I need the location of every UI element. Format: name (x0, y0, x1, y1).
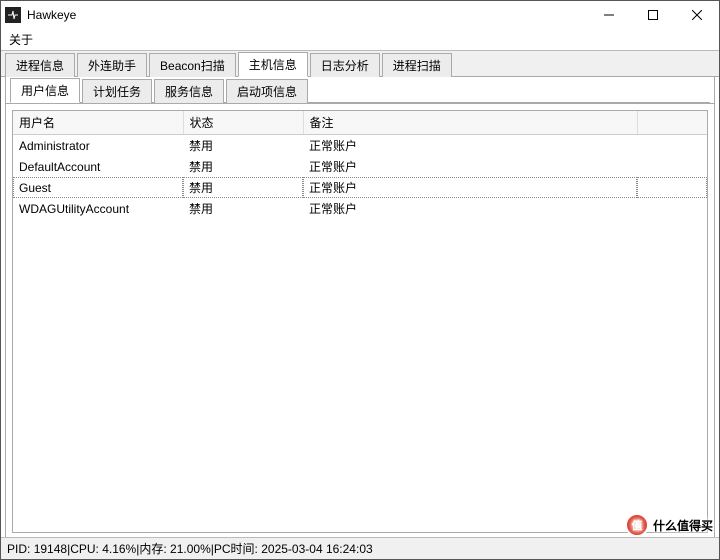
cell-spacer (637, 156, 707, 177)
minimize-button[interactable] (587, 1, 631, 29)
cell-remark: 正常账户 (303, 177, 637, 198)
header-user[interactable]: 用户名 (13, 111, 183, 135)
cell-remark: 正常账户 (303, 135, 637, 157)
status-mem-value: 21.00% (170, 542, 211, 556)
close-button[interactable] (675, 1, 719, 29)
menu-about[interactable]: 关于 (9, 31, 33, 48)
cell-status: 禁用 (183, 198, 303, 219)
status-time-label: PC时间: (214, 540, 258, 557)
header-remark[interactable]: 备注 (303, 111, 637, 135)
main-tab[interactable]: 日志分析 (310, 53, 380, 77)
cell-spacer (637, 135, 707, 157)
content-area: 用户名 状态 备注 Administrator禁用正常账户DefaultAcco… (5, 104, 715, 540)
cell-remark: 正常账户 (303, 156, 637, 177)
titlebar: Hawkeye (1, 1, 719, 29)
cell-spacer (637, 177, 707, 198)
main-tab[interactable]: 进程扫描 (382, 53, 452, 77)
sub-tab[interactable]: 启动项信息 (226, 79, 308, 103)
menubar: 关于 (1, 29, 719, 51)
status-pid-value: 19148 (34, 542, 67, 556)
main-tabstrip: 进程信息外连助手Beacon扫描主机信息日志分析进程扫描 (1, 51, 719, 77)
window-title: Hawkeye (27, 8, 587, 22)
status-pid-label: PID: (7, 542, 30, 556)
main-tab[interactable]: 外连助手 (77, 53, 147, 77)
cell-status: 禁用 (183, 135, 303, 157)
app-icon (5, 7, 21, 23)
table-header-row: 用户名 状态 备注 (13, 111, 707, 135)
sub-tab[interactable]: 用户信息 (10, 78, 80, 103)
table-row[interactable]: Administrator禁用正常账户 (13, 135, 707, 157)
sub-tab[interactable]: 服务信息 (154, 79, 224, 103)
status-cpu-value: 4.16% (102, 542, 136, 556)
table-row[interactable]: WDAGUtilityAccount禁用正常账户 (13, 198, 707, 219)
cell-user: Guest (13, 177, 183, 198)
maximize-button[interactable] (631, 1, 675, 29)
main-tab[interactable]: 进程信息 (5, 53, 75, 77)
table-row[interactable]: Guest禁用正常账户 (13, 177, 707, 198)
main-tab[interactable]: Beacon扫描 (149, 53, 236, 77)
cell-user: Administrator (13, 135, 183, 157)
cell-user: DefaultAccount (13, 156, 183, 177)
status-cpu-label: CPU: (70, 542, 99, 556)
cell-remark: 正常账户 (303, 198, 637, 219)
subtab-area: 用户信息计划任务服务信息启动项信息 (5, 77, 715, 104)
main-tab[interactable]: 主机信息 (238, 52, 308, 77)
cell-user: WDAGUtilityAccount (13, 198, 183, 219)
statusbar: PID: 19148 | CPU: 4.16% | 内存: 21.00% | P… (1, 537, 719, 559)
cell-spacer (637, 198, 707, 219)
header-status[interactable]: 状态 (183, 111, 303, 135)
sub-tab[interactable]: 计划任务 (82, 79, 152, 103)
cell-status: 禁用 (183, 156, 303, 177)
header-spacer (637, 111, 707, 135)
window-controls (587, 1, 719, 29)
status-mem-label: 内存: (139, 540, 166, 557)
user-table: 用户名 状态 备注 Administrator禁用正常账户DefaultAcco… (12, 110, 708, 533)
table-row[interactable]: DefaultAccount禁用正常账户 (13, 156, 707, 177)
subtabstrip: 用户信息计划任务服务信息启动项信息 (10, 79, 710, 103)
cell-status: 禁用 (183, 177, 303, 198)
status-time-value: 2025-03-04 16:24:03 (261, 542, 372, 556)
